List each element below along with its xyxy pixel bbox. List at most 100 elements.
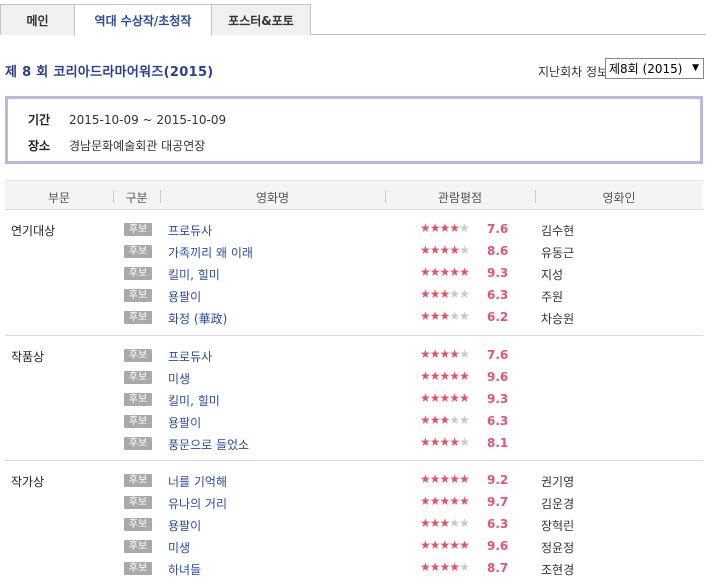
person-link[interactable]: 차승원 (541, 310, 574, 327)
tab-main[interactable]: 메인 (0, 4, 75, 35)
star-filled-icon: ★ (439, 435, 451, 449)
table-row: 후보 용팔이 ★★★★★ 6.3 주원 (0, 286, 706, 308)
rating-stars: ★★★★★ (420, 391, 470, 405)
drama-title-link[interactable]: 미생 (168, 370, 190, 387)
star-filled-icon: ★ (429, 413, 441, 427)
status-badge: 후보 (124, 371, 152, 384)
star-filled-icon: ★ (439, 309, 451, 323)
drama-title-link[interactable]: 미생 (168, 539, 190, 556)
drama-title-link[interactable]: 가족끼리 왜 이래 (168, 244, 253, 261)
person-link[interactable]: 김운경 (541, 495, 574, 512)
rating-score: 6.3 (487, 414, 509, 428)
group-divider (5, 335, 703, 336)
rating-score: 9.6 (487, 370, 509, 384)
star-filled-icon: ★ (420, 516, 431, 530)
star-empty-icon: ★ (449, 516, 460, 530)
star-empty-icon: ★ (459, 221, 470, 235)
person-link[interactable]: 지성 (541, 266, 563, 283)
star-empty-icon: ★ (459, 287, 470, 301)
person-link[interactable]: 조현경 (541, 561, 574, 578)
col-title: 영화명 (255, 191, 290, 205)
drama-title-link[interactable]: 용팔이 (168, 288, 201, 305)
star-filled-icon: ★ (449, 243, 460, 257)
period-value: 2015-10-09 ~ 2015-10-09 (69, 113, 227, 127)
drama-title-link[interactable]: 화정 (華政) (168, 310, 227, 327)
venue-value: 경남문화예술회관 대공연장 (69, 139, 206, 153)
rating-score: 9.3 (487, 266, 509, 280)
star-filled-icon: ★ (420, 538, 431, 552)
star-filled-icon: ★ (429, 221, 441, 235)
star-filled-icon: ★ (449, 391, 460, 405)
drama-title-link[interactable]: 풍문으로 들었소 (168, 436, 249, 453)
star-filled-icon: ★ (429, 560, 441, 574)
past-edition-select[interactable]: 제8회 (2015) ▼ (605, 58, 704, 79)
star-filled-icon: ★ (420, 347, 431, 361)
rating-stars: ★★★★★ (420, 435, 470, 449)
star-filled-icon: ★ (420, 391, 431, 405)
person-link[interactable]: 유동근 (541, 244, 574, 261)
star-filled-icon: ★ (439, 538, 451, 552)
tab-poster-photo[interactable]: 포스터&포토 (211, 4, 311, 35)
star-filled-icon: ★ (439, 369, 451, 383)
star-filled-icon: ★ (449, 560, 460, 574)
star-empty-icon: ★ (459, 560, 470, 574)
star-filled-icon: ★ (420, 265, 431, 279)
drama-title-link[interactable]: 용팔이 (168, 517, 201, 534)
drama-title-link[interactable]: 너를 기억해 (168, 473, 227, 490)
star-filled-icon: ★ (449, 435, 460, 449)
drama-title-link[interactable]: 유나의 거리 (168, 495, 227, 512)
rating-score: 9.2 (487, 473, 509, 487)
star-filled-icon: ★ (429, 472, 441, 486)
rating-score: 6.3 (487, 517, 509, 531)
col-person: 영화인 (602, 191, 636, 205)
star-filled-icon: ★ (420, 435, 431, 449)
rating-score: 9.6 (487, 539, 509, 553)
tab-past-winners[interactable]: 역대 수상작/초청작 (74, 4, 212, 36)
venue-label: 장소 (28, 139, 51, 153)
status-badge: 후보 (124, 437, 152, 450)
star-filled-icon: ★ (420, 221, 431, 235)
tab-bar: 메인 역대 수상작/초청작 포스터&포토 (0, 0, 706, 36)
period-row: 기간 2015-10-09 ~ 2015-10-09 (28, 111, 226, 128)
venue-row: 장소 경남문화예술회관 대공연장 (28, 137, 205, 154)
person-link[interactable]: 권기영 (541, 473, 574, 490)
status-badge: 후보 (124, 474, 152, 487)
star-filled-icon: ★ (429, 309, 441, 323)
drama-title-link[interactable]: 킬미, 힐미 (168, 392, 220, 409)
star-filled-icon: ★ (439, 516, 451, 530)
rating-stars: ★★★★★ (420, 287, 470, 301)
rating-score: 6.2 (487, 310, 509, 324)
star-filled-icon: ★ (439, 347, 451, 361)
person-link[interactable]: 김수현 (541, 222, 574, 239)
drama-title-link[interactable]: 프로듀사 (168, 222, 212, 239)
status-badge: 후보 (124, 393, 152, 406)
table-row: 후보 가족끼리 왜 이래 ★★★★★ 8.6 유동근 (0, 242, 706, 264)
star-filled-icon: ★ (429, 265, 441, 279)
person-link[interactable]: 주원 (541, 288, 563, 305)
rating-stars: ★★★★★ (420, 413, 470, 427)
col-category: 부문 (47, 191, 71, 205)
star-filled-icon: ★ (449, 347, 460, 361)
star-filled-icon: ★ (429, 538, 441, 552)
status-badge: 후보 (124, 349, 152, 362)
drama-title-link[interactable]: 프로듀사 (168, 348, 212, 365)
star-filled-icon: ★ (420, 287, 431, 301)
status-badge: 후보 (124, 245, 152, 258)
star-filled-icon: ★ (449, 221, 460, 235)
star-empty-icon: ★ (459, 309, 470, 323)
person-link[interactable]: 장혁린 (541, 517, 574, 534)
person-link[interactable]: 정윤정 (541, 539, 574, 556)
drama-title-link[interactable]: 하녀들 (168, 561, 201, 578)
star-filled-icon: ★ (439, 221, 451, 235)
star-filled-icon: ★ (420, 472, 431, 486)
drama-title-link[interactable]: 킬미, 힐미 (168, 266, 220, 283)
status-badge: 후보 (124, 267, 152, 280)
rating-stars: ★★★★★ (420, 265, 470, 279)
status-badge: 후보 (124, 289, 152, 302)
status-badge: 후보 (124, 540, 152, 553)
chevron-down-icon: ▼ (692, 63, 699, 73)
table-header: 부문 구분 영화명 관람평점 영화인 (5, 180, 703, 210)
drama-title-link[interactable]: 용팔이 (168, 414, 201, 431)
star-filled-icon: ★ (459, 369, 470, 383)
star-filled-icon: ★ (420, 413, 431, 427)
